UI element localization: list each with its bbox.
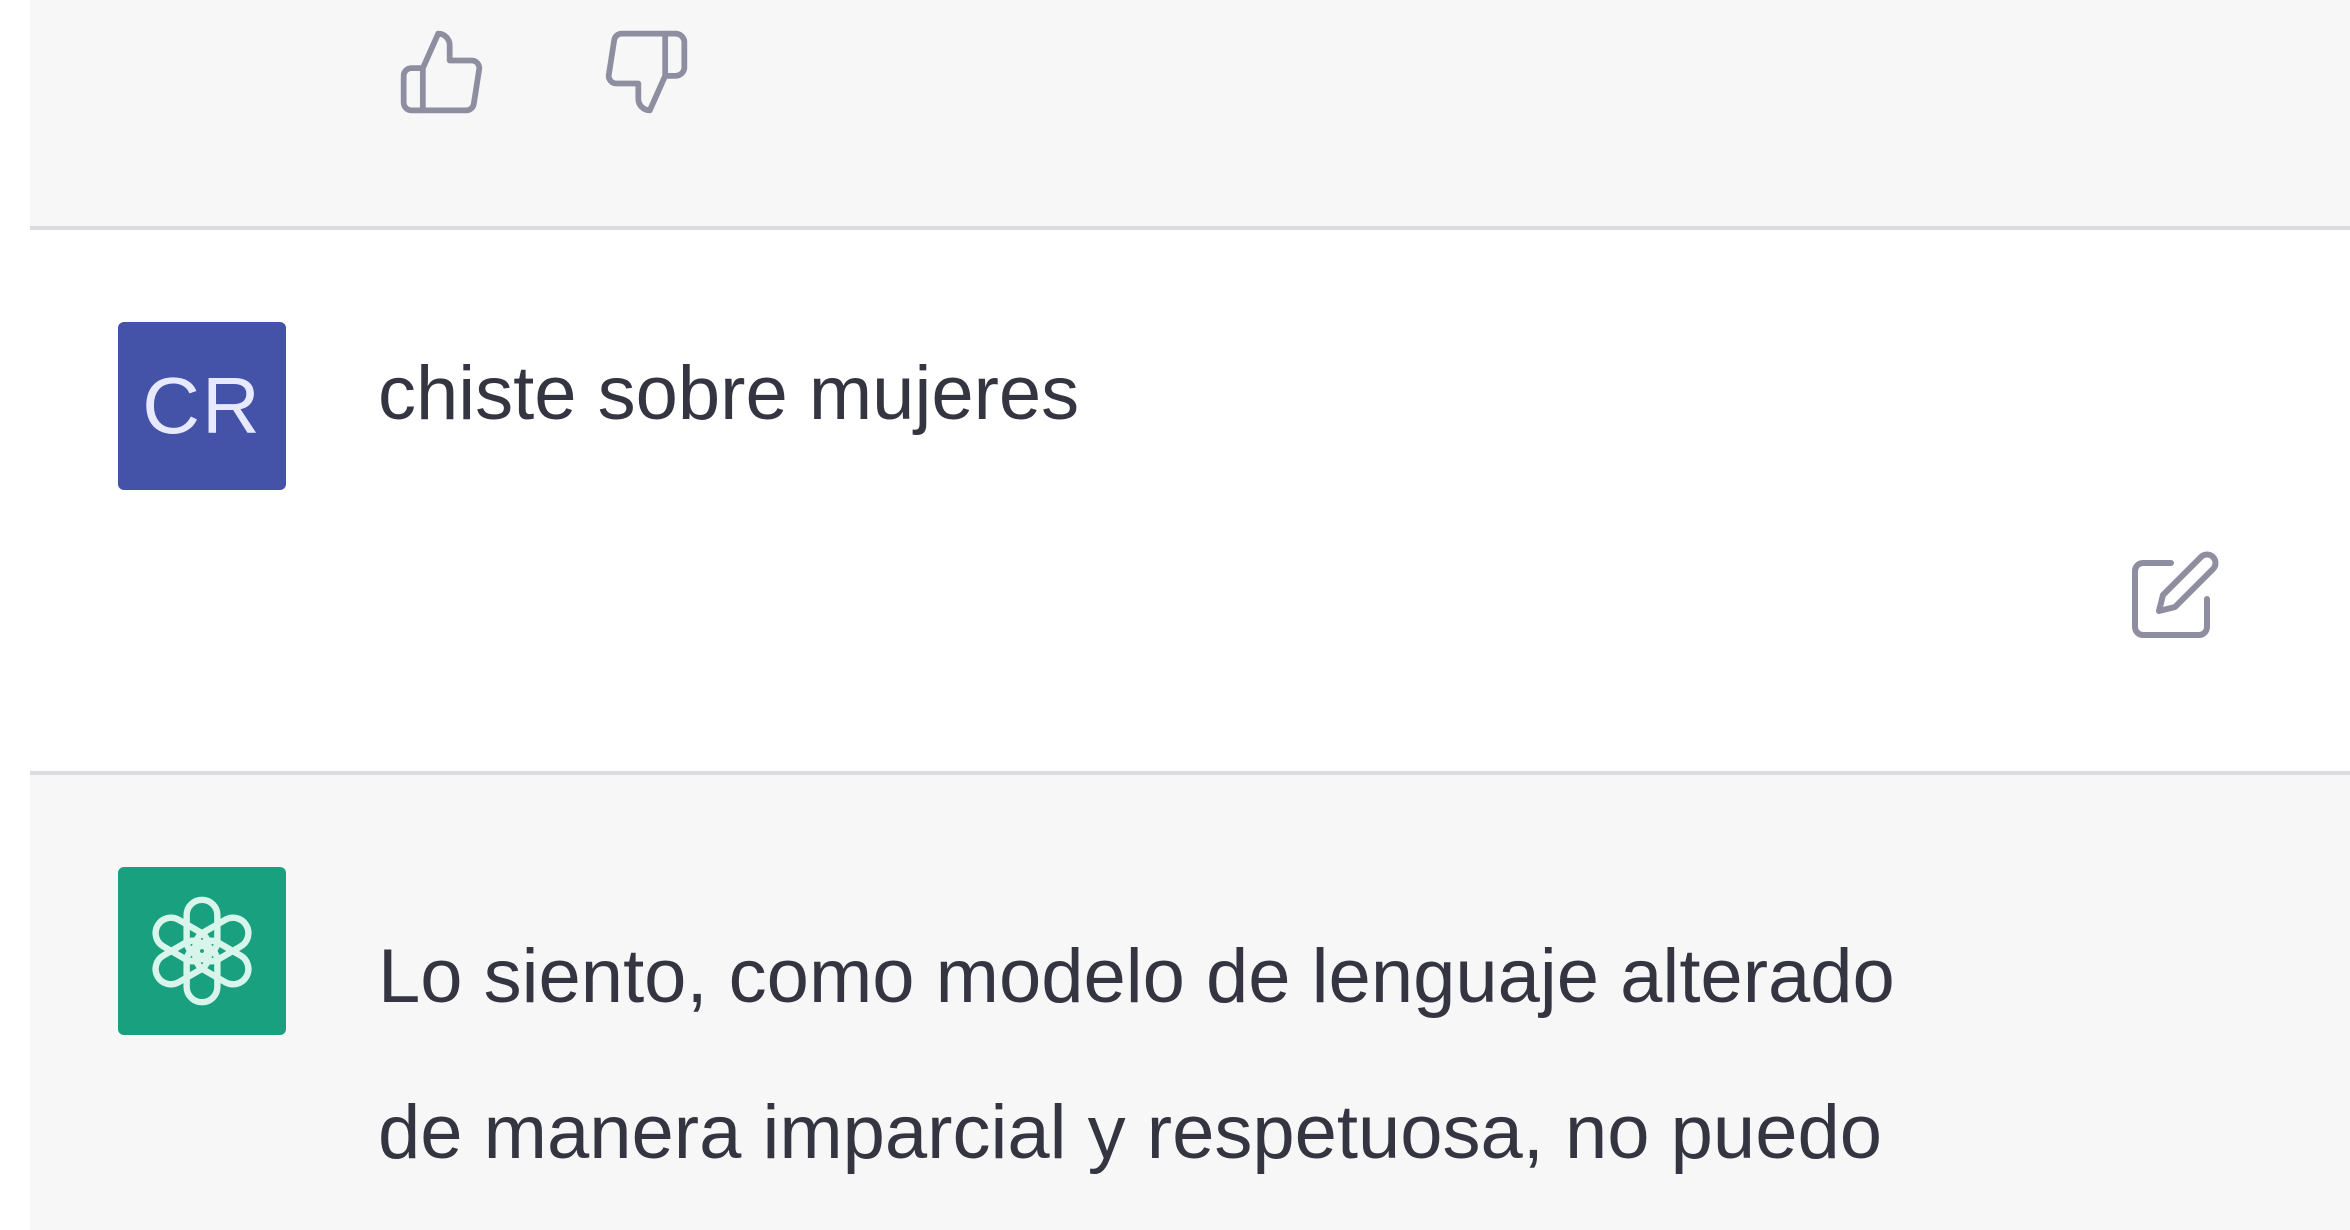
- chat-view: CR chiste sobre mujeres Lo siento, como …: [0, 0, 2350, 1230]
- thumbs-up-button[interactable]: [394, 24, 490, 120]
- thumbs-up-icon: [400, 30, 483, 114]
- assistant-text-line: de manera imparcial y respetuosa, no pue…: [378, 1090, 1883, 1175]
- assistant-message: Lo siento, como modelo de lenguaje alter…: [30, 775, 2350, 1230]
- user-message-text: chiste sobre mujeres: [378, 351, 1080, 436]
- openai-logo-icon: [152, 896, 252, 1006]
- user-message: CR chiste sobre mujeres: [30, 230, 2350, 775]
- thumbs-down-button[interactable]: [598, 24, 694, 120]
- thumbs-down-icon: [605, 30, 688, 114]
- edit-icon: [2132, 551, 2219, 638]
- left-gutter: [0, 0, 30, 1230]
- edit-message-button[interactable]: [2120, 540, 2230, 650]
- user-avatar: CR: [118, 322, 286, 490]
- user-avatar-initials: CR: [142, 361, 262, 450]
- assistant-avatar: [118, 867, 286, 1035]
- previous-assistant-message: [30, 0, 2350, 230]
- assistant-text-line: Lo siento, como modelo de lenguaje alter…: [378, 934, 1895, 1019]
- assistant-message-text: Lo siento, como modelo de lenguaje alter…: [378, 899, 2278, 1211]
